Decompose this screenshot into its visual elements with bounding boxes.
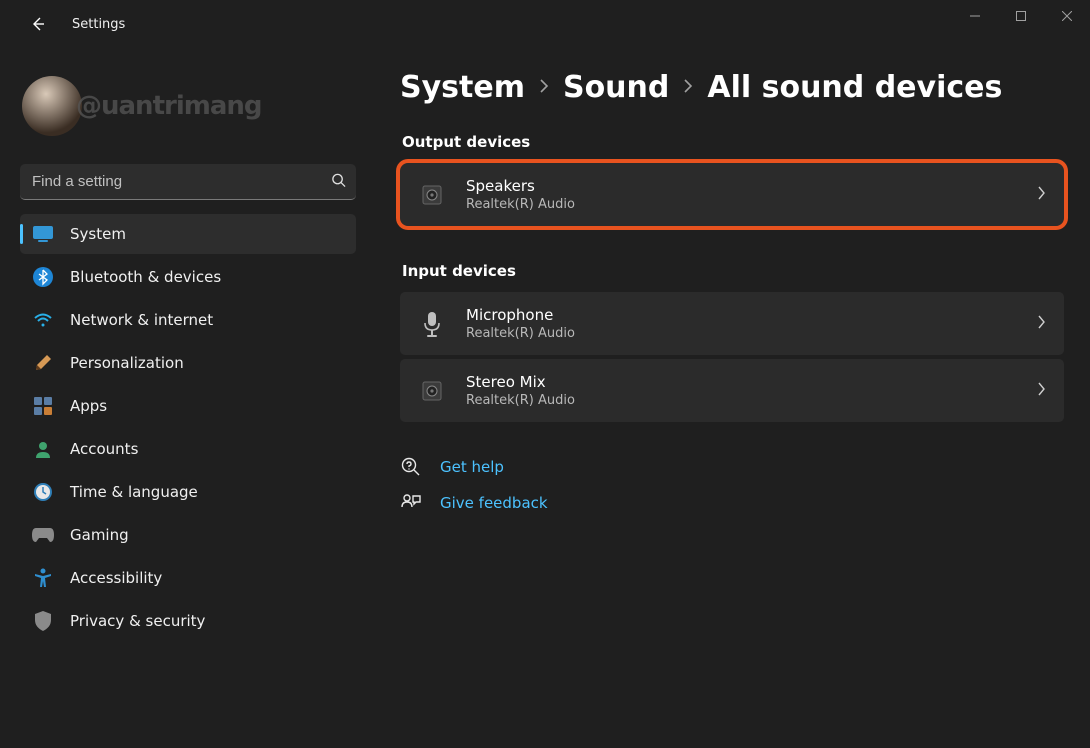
- sidebar-nav: System Bluetooth & devices Network & int…: [14, 214, 362, 641]
- sidebar-item-label: Accessibility: [70, 569, 162, 587]
- breadcrumb-system[interactable]: System: [400, 70, 525, 105]
- sidebar-item-label: Network & internet: [70, 311, 213, 329]
- sidebar: @uantrimang System Bluetooth & devices: [14, 66, 362, 748]
- bluetooth-icon: [32, 266, 54, 288]
- sidebar-item-label: Apps: [70, 397, 107, 415]
- avatar: [22, 76, 82, 136]
- profile-block[interactable]: @uantrimang: [14, 66, 362, 146]
- give-feedback-row: Give feedback: [400, 492, 1064, 514]
- chevron-right-icon: [1037, 314, 1046, 333]
- card-title: Microphone: [466, 306, 1037, 324]
- input-devices-heading: Input devices: [402, 262, 1064, 280]
- chevron-right-icon: [539, 78, 549, 97]
- minimize-icon: [970, 11, 980, 21]
- card-body: Stereo Mix Realtek(R) Audio: [466, 373, 1037, 408]
- sidebar-item-label: Privacy & security: [70, 612, 205, 630]
- speaker-icon: [418, 181, 446, 209]
- feedback-icon: [400, 492, 422, 514]
- get-help-row: Get help: [400, 456, 1064, 478]
- give-feedback-link[interactable]: Give feedback: [440, 494, 548, 512]
- device-card-speakers[interactable]: Speakers Realtek(R) Audio: [400, 163, 1064, 226]
- gaming-icon: [32, 524, 54, 546]
- sidebar-item-time[interactable]: Time & language: [20, 472, 356, 512]
- titlebar: Settings: [0, 0, 1090, 48]
- breadcrumb-sound[interactable]: Sound: [563, 70, 669, 105]
- sidebar-item-label: Accounts: [70, 440, 138, 458]
- sidebar-item-personalization[interactable]: Personalization: [20, 343, 356, 383]
- back-button[interactable]: [18, 4, 58, 44]
- window-minimize-button[interactable]: [952, 0, 998, 32]
- sidebar-item-bluetooth[interactable]: Bluetooth & devices: [20, 257, 356, 297]
- microphone-icon: [418, 310, 446, 338]
- card-subtitle: Realtek(R) Audio: [466, 393, 1037, 408]
- shield-icon: [32, 610, 54, 632]
- card-title: Stereo Mix: [466, 373, 1037, 391]
- accessibility-icon: [32, 567, 54, 589]
- brush-icon: [32, 352, 54, 374]
- window-close-button[interactable]: [1044, 0, 1090, 32]
- wifi-icon: [32, 309, 54, 331]
- breadcrumb-current: All sound devices: [707, 70, 1002, 105]
- breadcrumb: System Sound All sound devices: [400, 70, 1064, 105]
- maximize-icon: [1016, 11, 1026, 21]
- search-wrap: [20, 164, 356, 200]
- window-title: Settings: [72, 17, 125, 32]
- sidebar-item-label: System: [70, 225, 126, 243]
- card-body: Speakers Realtek(R) Audio: [466, 177, 1037, 212]
- help-icon: [400, 456, 422, 478]
- device-card-microphone[interactable]: Microphone Realtek(R) Audio: [400, 292, 1064, 355]
- watermark-text: @uantrimang: [76, 91, 262, 121]
- sidebar-item-label: Time & language: [70, 483, 198, 501]
- sidebar-item-accounts[interactable]: Accounts: [20, 429, 356, 469]
- arrow-left-icon: [30, 16, 46, 32]
- card-body: Microphone Realtek(R) Audio: [466, 306, 1037, 341]
- sidebar-item-network[interactable]: Network & internet: [20, 300, 356, 340]
- get-help-link[interactable]: Get help: [440, 458, 504, 476]
- search-icon: [331, 173, 346, 192]
- sidebar-item-accessibility[interactable]: Accessibility: [20, 558, 356, 598]
- chevron-right-icon: [683, 78, 693, 97]
- sidebar-item-label: Bluetooth & devices: [70, 268, 221, 286]
- account-icon: [32, 438, 54, 460]
- card-subtitle: Realtek(R) Audio: [466, 197, 1037, 212]
- card-subtitle: Realtek(R) Audio: [466, 326, 1037, 341]
- speaker-icon: [418, 377, 446, 405]
- sidebar-item-system[interactable]: System: [20, 214, 356, 254]
- sidebar-item-apps[interactable]: Apps: [20, 386, 356, 426]
- apps-icon: [32, 395, 54, 417]
- time-icon: [32, 481, 54, 503]
- output-devices-heading: Output devices: [402, 133, 1064, 151]
- sidebar-item-label: Gaming: [70, 526, 129, 544]
- device-card-stereomix[interactable]: Stereo Mix Realtek(R) Audio: [400, 359, 1064, 422]
- footer-links: Get help Give feedback: [400, 456, 1064, 514]
- window-controls: [952, 0, 1090, 32]
- close-icon: [1062, 11, 1072, 21]
- search-input[interactable]: [20, 164, 356, 200]
- sidebar-item-gaming[interactable]: Gaming: [20, 515, 356, 555]
- chevron-right-icon: [1037, 185, 1046, 204]
- chevron-right-icon: [1037, 381, 1046, 400]
- main-content: System Sound All sound devices Output de…: [400, 70, 1064, 748]
- sidebar-item-privacy[interactable]: Privacy & security: [20, 601, 356, 641]
- card-title: Speakers: [466, 177, 1037, 195]
- system-icon: [32, 223, 54, 245]
- window-maximize-button[interactable]: [998, 0, 1044, 32]
- sidebar-item-label: Personalization: [70, 354, 184, 372]
